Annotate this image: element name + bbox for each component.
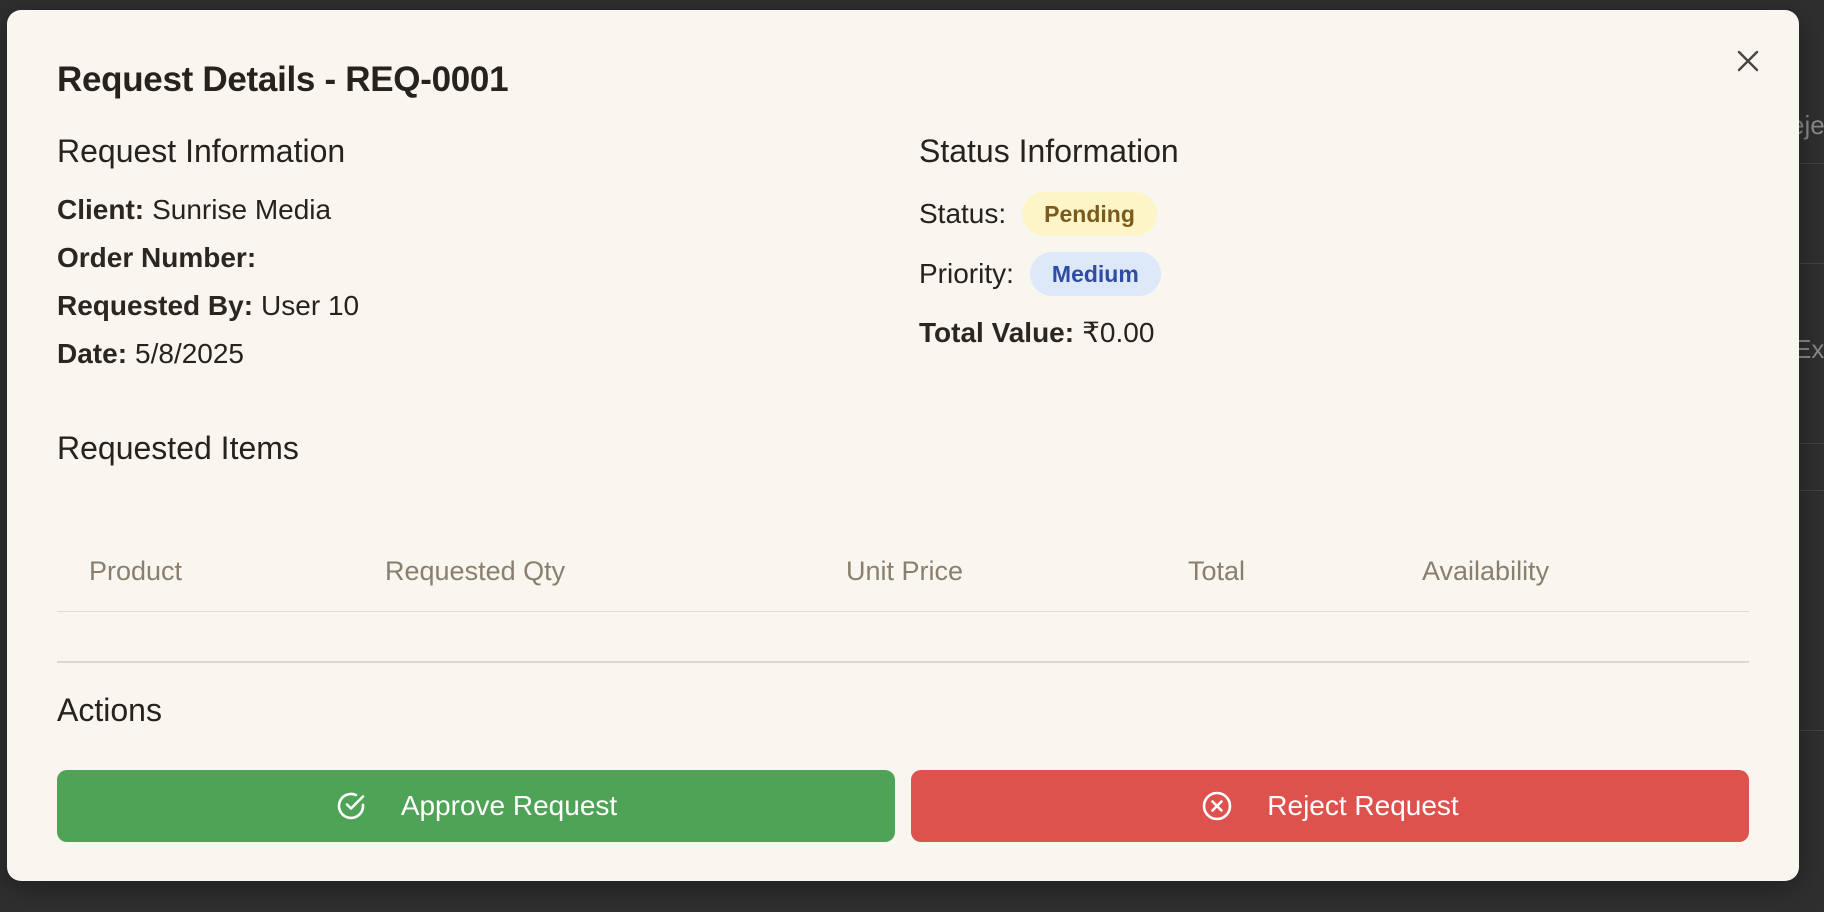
- background-divider: [1800, 730, 1824, 731]
- requested-by-label: Requested By:: [57, 290, 254, 321]
- background-divider: [1800, 163, 1824, 164]
- background-divider: [1800, 490, 1824, 491]
- date-value: 5/8/2025: [135, 338, 245, 369]
- requested-by-row: Requested By: User 10: [57, 290, 359, 322]
- client-label: Client:: [57, 194, 145, 225]
- actions-heading: Actions: [57, 692, 162, 728]
- order-number-row: Order Number:: [57, 242, 264, 274]
- background-divider: [1800, 443, 1824, 444]
- modal-title: Request Details - REQ-0001: [57, 60, 509, 99]
- column-header-product: Product: [89, 556, 183, 586]
- status-row: Status: Pending: [919, 192, 1157, 236]
- status-badge: Pending: [1022, 192, 1157, 236]
- date-label: Date:: [57, 338, 128, 369]
- total-value-label: Total Value:: [919, 316, 1075, 348]
- date-row: Date: 5/8/2025: [57, 338, 244, 370]
- check-circle-icon: [335, 790, 367, 822]
- priority-label: Priority:: [919, 258, 1014, 289]
- reject-request-label: Reject Request: [1267, 790, 1459, 821]
- priority-row: Priority: Medium: [919, 252, 1161, 296]
- close-button[interactable]: [1731, 44, 1765, 78]
- status-information-heading: Status Information: [919, 133, 1179, 169]
- priority-badge: Medium: [1029, 252, 1161, 296]
- x-circle-icon: [1201, 790, 1233, 822]
- request-details-modal: Request Details - REQ-0001 Request Infor…: [7, 10, 1799, 881]
- items-table-header: Product Requested Qty Unit Price Total A…: [57, 530, 1749, 612]
- reject-request-button[interactable]: Reject Request: [911, 770, 1749, 842]
- total-value-row: Total Value: ₹0.00: [919, 316, 1154, 349]
- section-divider: [57, 661, 1749, 663]
- request-information-heading: Request Information: [57, 133, 346, 169]
- approve-request-button[interactable]: Approve Request: [57, 770, 895, 842]
- column-header-availability: Availability: [1422, 556, 1550, 586]
- total-value-amount: ₹0.00: [1082, 317, 1155, 348]
- client-row: Client: Sunrise Media: [57, 194, 331, 226]
- column-header-unit-price: Unit Price: [846, 556, 964, 586]
- status-label: Status:: [919, 198, 1007, 229]
- background-divider: [1800, 263, 1824, 264]
- client-value: Sunrise Media: [152, 194, 332, 225]
- order-number-label: Order Number:: [57, 242, 257, 273]
- requested-items-heading: Requested Items: [57, 430, 299, 466]
- column-header-requested-qty: Requested Qty: [385, 556, 566, 586]
- approve-request-label: Approve Request: [400, 790, 618, 821]
- requested-by-value: User 10: [261, 290, 360, 321]
- column-header-total: Total: [1188, 556, 1246, 586]
- close-icon: [1737, 50, 1759, 72]
